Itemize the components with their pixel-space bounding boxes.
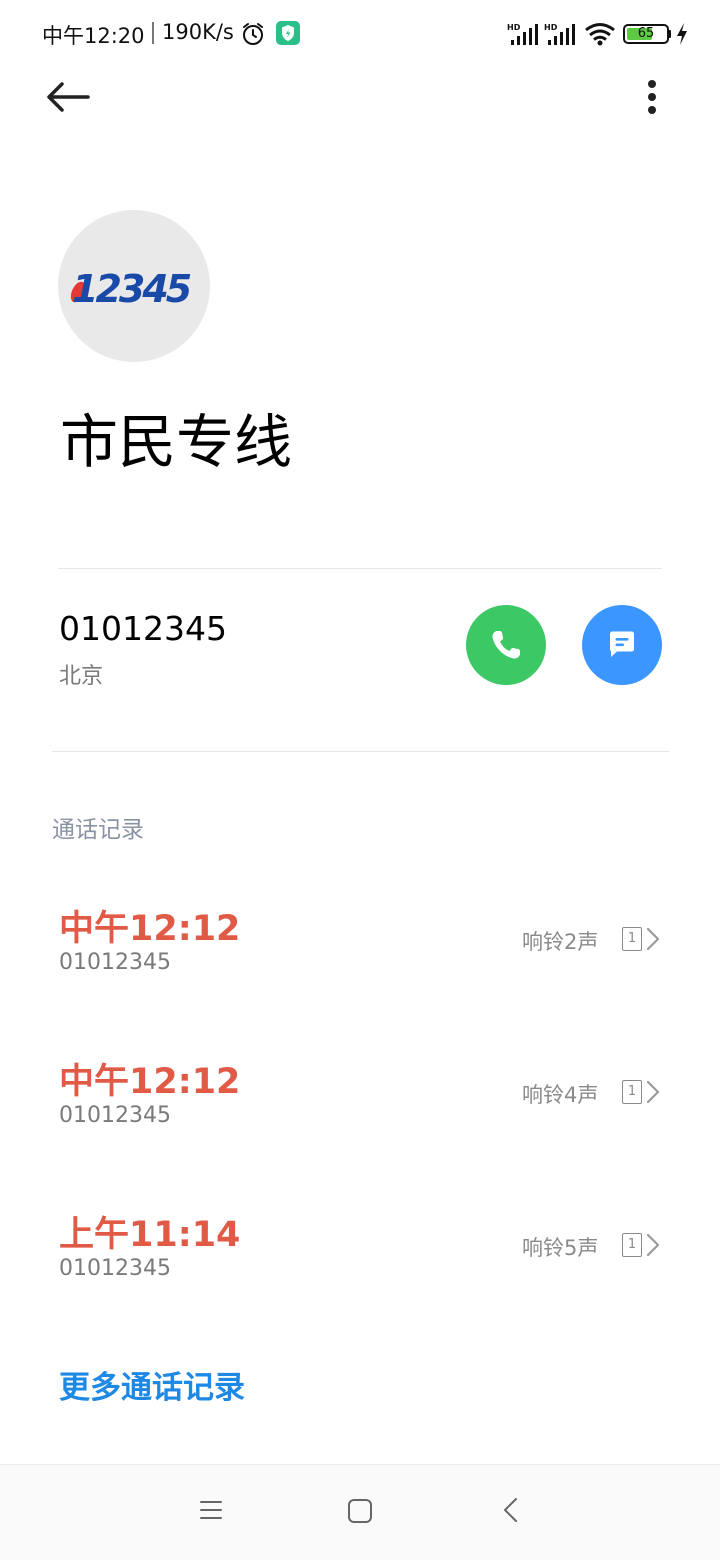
hd-signal-icon: HD — [507, 23, 538, 45]
ring-count: 响铃4声 — [522, 1083, 599, 1107]
more-options-icon[interactable] — [632, 72, 672, 122]
shield-icon — [276, 21, 300, 45]
divider — [58, 568, 662, 569]
avatar-logo: 12345 — [70, 267, 194, 311]
ring-count: 响铃5声 — [522, 1236, 599, 1260]
call-number: 01012345 — [59, 1256, 171, 1281]
message-button[interactable] — [582, 605, 662, 685]
contact-avatar: 12345 — [58, 210, 210, 362]
battery-percent: 65 — [637, 26, 655, 41]
call-number: 01012345 — [59, 950, 171, 975]
alarm-icon — [243, 23, 263, 45]
sim-card-icon: 1 — [622, 1233, 642, 1257]
call-log-item[interactable]: 中午12:12 01012345 响铃2声 1 — [0, 900, 720, 1020]
back-arrow-icon[interactable] — [40, 72, 96, 122]
chevron-right-icon[interactable] — [644, 926, 662, 952]
sim-card-icon: 1 — [622, 1080, 642, 1104]
battery-icon: 65 — [623, 24, 669, 44]
call-history-title: 通话记录 — [52, 817, 144, 843]
svg-text:HD: HD — [507, 23, 521, 32]
home-icon[interactable] — [345, 1496, 375, 1526]
call-time: 中午12:12 — [59, 1062, 241, 1102]
status-time: 中午12:20 — [42, 24, 145, 48]
status-bar: 中午12:20 190K/s HD HD 65 — [0, 0, 720, 68]
call-button[interactable] — [466, 605, 546, 685]
wifi-icon — [585, 23, 615, 46]
phone-number[interactable]: 01012345 — [59, 609, 227, 648]
call-number: 01012345 — [59, 1103, 171, 1128]
status-separator — [152, 22, 154, 44]
charging-bolt-icon — [677, 23, 687, 45]
svg-text:HD: HD — [544, 23, 558, 32]
network-speed: 190K/s — [162, 20, 234, 44]
back-icon[interactable] — [496, 1495, 526, 1525]
sim-card-icon: 1 — [622, 927, 642, 951]
call-time: 上午11:14 — [59, 1215, 241, 1255]
more-call-history-link[interactable]: 更多通话记录 — [59, 1362, 245, 1407]
chevron-right-icon[interactable] — [644, 1079, 662, 1105]
contact-name: 市民专线 — [60, 408, 293, 476]
call-log-item[interactable]: 中午12:12 01012345 响铃4声 1 — [0, 1053, 720, 1173]
avatar-logo-text: 12345 — [72, 267, 191, 311]
divider — [52, 751, 669, 752]
ring-count: 响铃2声 — [522, 930, 599, 954]
menu-icon[interactable] — [196, 1495, 226, 1525]
hd-signal-icon: HD — [544, 23, 575, 45]
call-time: 中午12:12 — [59, 909, 241, 949]
chevron-right-icon[interactable] — [644, 1232, 662, 1258]
message-icon — [610, 631, 634, 657]
call-log-item[interactable]: 上午11:14 01012345 响铃5声 1 — [0, 1206, 720, 1326]
phone-location: 北京 — [59, 664, 104, 689]
battery-tip — [668, 30, 671, 38]
system-nav-bar — [0, 1464, 720, 1560]
phone-icon — [492, 631, 520, 659]
